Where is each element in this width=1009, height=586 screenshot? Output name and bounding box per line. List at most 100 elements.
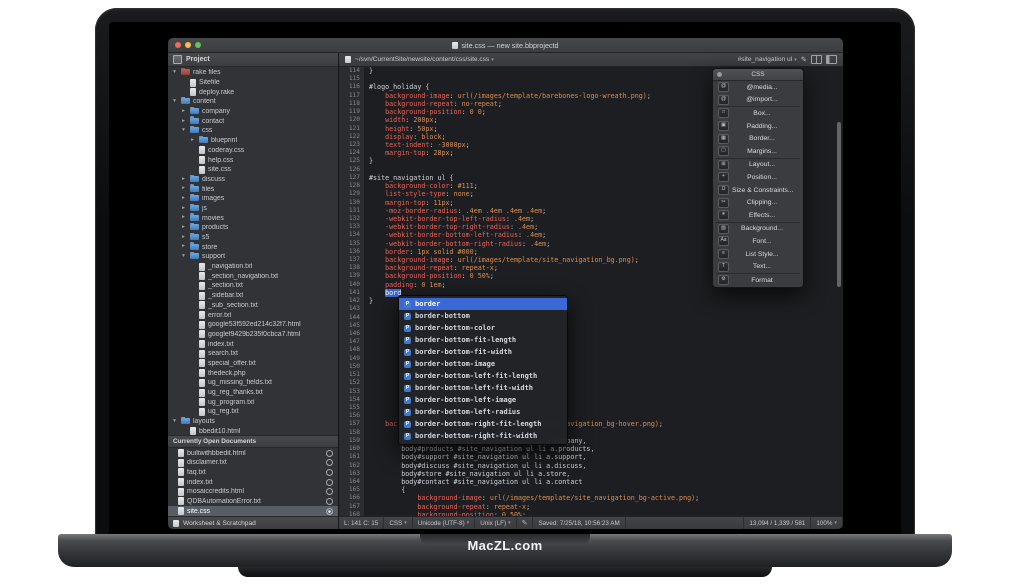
palette-item-font[interactable]: AaFont... [713, 235, 803, 248]
autocomplete-item[interactable]: Pborder-bottom-color [399, 322, 567, 334]
palette-item-margins[interactable]: ▢Margins... [713, 145, 803, 158]
open-document-item[interactable]: QDBAutomationError.txt [168, 497, 338, 507]
palette-item-layout[interactable]: ⊞Layout... [713, 159, 803, 172]
palette-item-import[interactable]: @@import... [713, 94, 803, 107]
tree-item[interactable]: googlef9429b235f0cbca7.html [168, 330, 338, 340]
tree-item[interactable]: help.css [168, 155, 338, 165]
palette-titlebar[interactable]: CSS [713, 69, 803, 81]
close-window-button[interactable] [175, 42, 181, 48]
zoom-menu[interactable]: 100% [811, 517, 843, 529]
line-endings-menu[interactable]: Unix (LF) [475, 517, 516, 529]
palette-item-box[interactable]: □Box... [713, 107, 803, 120]
tree-item[interactable]: company [168, 107, 338, 117]
autocomplete-item[interactable]: Pborder-bottom-right-fit-width [399, 430, 567, 442]
tree-item[interactable]: _sidebar.txt [168, 291, 338, 301]
tree-item[interactable]: Sitefile [168, 78, 338, 88]
tree-item[interactable]: site.css [168, 165, 338, 175]
disclosure-triangle-icon[interactable] [180, 128, 187, 134]
tree-item[interactable]: support [168, 252, 338, 262]
tree-item[interactable]: products [168, 223, 338, 233]
pencil-icon[interactable] [801, 55, 807, 64]
disclosure-triangle-icon[interactable] [180, 206, 187, 212]
disclosure-triangle-icon[interactable] [180, 244, 187, 250]
palette-item-format[interactable]: ⚙Format [713, 274, 803, 287]
tree-item[interactable]: special_offer.txt [168, 359, 338, 369]
tree-item[interactable]: contact [168, 116, 338, 126]
tree-item[interactable]: content [168, 97, 338, 107]
tree-item[interactable]: ug_missing_fields.txt [168, 378, 338, 388]
disclosure-triangle-icon[interactable] [171, 419, 178, 425]
tree-item[interactable]: search.txt [168, 349, 338, 359]
disclosure-triangle-icon[interactable] [180, 254, 187, 260]
open-document-item[interactable]: builtwithbbedit.html [168, 448, 338, 458]
disclosure-triangle-icon[interactable] [180, 215, 187, 221]
open-document-item[interactable]: disclaimer.txt [168, 458, 338, 468]
palette-item-border[interactable]: ▦Border... [713, 132, 803, 145]
autocomplete-item[interactable]: Pborder-bottom-left-image [399, 394, 567, 406]
tree-item[interactable]: ug_reg_thanks.txt [168, 388, 338, 398]
autocomplete-item[interactable]: Pborder-bottom-left-fit-length [399, 370, 567, 382]
tree-item[interactable]: ug_program.txt [168, 397, 338, 407]
disclosure-triangle-icon[interactable] [180, 109, 187, 115]
document-state-icon[interactable] [326, 469, 333, 476]
disclosure-triangle-icon[interactable] [171, 99, 178, 105]
palette-item-padding[interactable]: ▣Padding... [713, 120, 803, 133]
autocomplete-item[interactable]: Pborder-bottom-left-fit-width [399, 382, 567, 394]
tree-item[interactable]: css [168, 126, 338, 136]
code-line[interactable]: 165 { [339, 486, 843, 494]
autocomplete-item[interactable]: Pborder-bottom-left-radius [399, 406, 567, 418]
tree-item[interactable]: _section.txt [168, 281, 338, 291]
tree-item[interactable]: blueprint [168, 136, 338, 146]
tree-item[interactable]: coderay.css [168, 146, 338, 156]
tree-item[interactable]: bbedit10.html [168, 426, 338, 435]
document-state-icon[interactable] [326, 508, 333, 515]
code-line[interactable]: 162 body#discuss #site_navigation ul li … [339, 462, 843, 470]
palette-item-clipping[interactable]: ✂Clipping... [713, 196, 803, 209]
autocomplete-item[interactable]: Pborder [399, 298, 567, 310]
palette-item-media[interactable]: @@media... [713, 81, 803, 94]
window-titlebar[interactable]: site.css — new site.bbprojectd [168, 38, 843, 53]
autocomplete-item[interactable]: Pborder-bottom-image [399, 358, 567, 370]
tree-item[interactable]: discuss [168, 175, 338, 185]
tree-item[interactable]: layouts [168, 417, 338, 427]
worksheet-bar[interactable]: Worksheet & Scratchpad [168, 516, 338, 529]
counterparts-icon[interactable] [826, 55, 837, 64]
disclosure-triangle-icon[interactable] [180, 235, 187, 241]
code-line[interactable]: 161 body#support #site_navigation ul li … [339, 453, 843, 461]
open-document-item[interactable]: index.txt [168, 477, 338, 487]
open-document-item[interactable]: mosaiccredits.html [168, 487, 338, 497]
tree-item[interactable]: s5 [168, 233, 338, 243]
tree-item[interactable]: files [168, 184, 338, 194]
tree-item[interactable]: deploy.rake [168, 87, 338, 97]
code-line[interactable]: 166 background-image: url(/images/templa… [339, 494, 843, 502]
tree-item[interactable]: store [168, 242, 338, 252]
tree-item[interactable]: error.txt [168, 310, 338, 320]
autocomplete-item[interactable]: Pborder-bottom-right-fit-length [399, 418, 567, 430]
tree-item[interactable]: _section_navigation.txt [168, 271, 338, 281]
autocomplete-item[interactable]: Pborder-bottom-fit-length [399, 334, 567, 346]
code-line[interactable]: 163 body#store #site_navigation ul li a.… [339, 470, 843, 478]
language-menu[interactable]: CSS [384, 517, 412, 529]
document-state-icon[interactable] [326, 488, 333, 495]
encoding-menu[interactable]: Unicode (UTF-8) [413, 517, 475, 529]
split-view-icon[interactable] [811, 55, 822, 64]
tree-item[interactable]: _sub_section.txt [168, 301, 338, 311]
disclosure-triangle-icon[interactable] [180, 119, 187, 125]
disclosure-triangle-icon[interactable] [189, 138, 196, 144]
disclosure-triangle-icon[interactable] [180, 177, 187, 183]
autocomplete-item[interactable]: Pborder-bottom-fit-width [399, 346, 567, 358]
tree-item[interactable]: index.txt [168, 339, 338, 349]
minimize-window-button[interactable] [185, 42, 191, 48]
palette-close-button[interactable] [717, 72, 722, 77]
tree-item[interactable]: _navigation.txt [168, 262, 338, 272]
palette-item-size-constraints[interactable]: ΩSize & Constraints... [713, 184, 803, 197]
project-header[interactable]: Project [168, 53, 338, 67]
symbol-menu[interactable]: #site_navigation ul [738, 56, 797, 63]
tree-item[interactable]: images [168, 194, 338, 204]
tree-item[interactable]: movies [168, 213, 338, 223]
palette-item-position[interactable]: +Position... [713, 171, 803, 184]
document-state-icon[interactable] [326, 450, 333, 457]
document-state-icon[interactable] [326, 479, 333, 486]
palette-item-background[interactable]: ▨Background... [713, 223, 803, 236]
code-line[interactable]: 160 body#products #site_navigation ul li… [339, 445, 843, 453]
